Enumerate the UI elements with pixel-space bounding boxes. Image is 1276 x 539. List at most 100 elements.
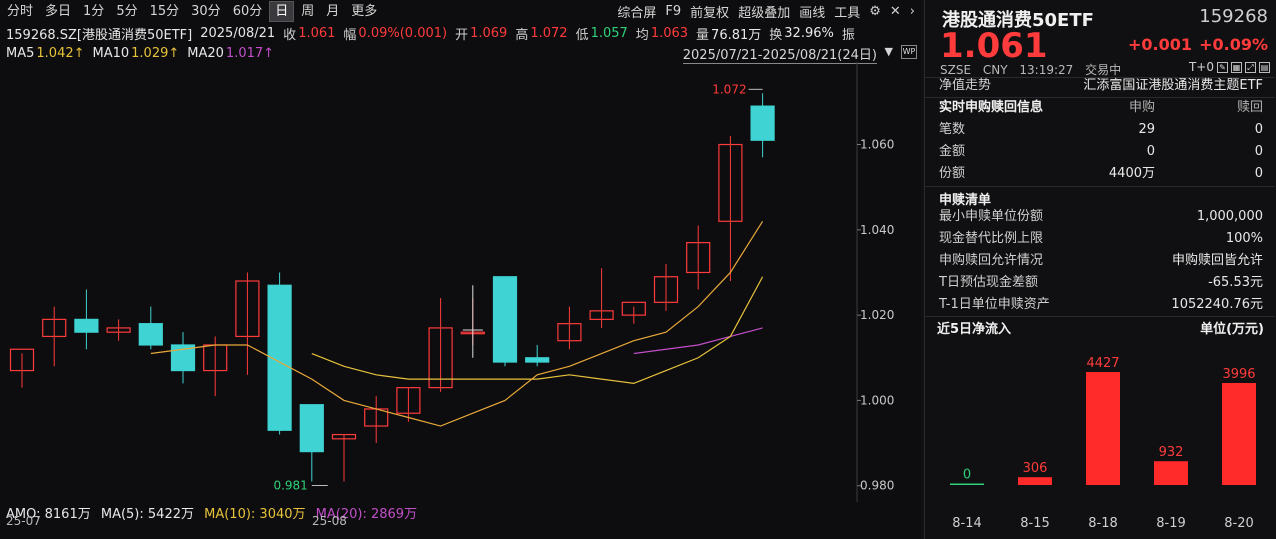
edit-icon[interactable]: ✎ xyxy=(1217,61,1228,73)
expand-icon[interactable]: ⤢ xyxy=(1245,61,1256,73)
subscribe-header: 实时申购赎回信息 申购 赎回 xyxy=(925,97,1275,119)
open-value: 1.069 xyxy=(470,25,508,41)
tab-1min[interactable]: 1分 xyxy=(78,1,109,22)
ma10-line xyxy=(311,276,764,384)
settings-gear-icon[interactable]: ⚙ xyxy=(869,4,881,19)
ma20-value: 1.017↑ xyxy=(225,45,275,61)
flow-bar xyxy=(1222,383,1256,485)
flow-value-label: 3996 xyxy=(1222,367,1255,382)
tools-button[interactable]: 工具 xyxy=(834,2,860,21)
list-item: T日预估现金差额 -65.53元 xyxy=(925,272,1275,294)
super-overlay-button[interactable]: 超级叠加 xyxy=(738,2,790,21)
security-code: 159268 xyxy=(1199,6,1268,27)
f9-button[interactable]: F9 xyxy=(665,4,681,19)
list-item: T-1日单位申赎资产 1052240.76元 xyxy=(925,294,1275,316)
date-tick: 25-07 xyxy=(6,514,41,528)
y-tick-label: 1.000 xyxy=(860,393,894,407)
list-value: 申购赎回皆允许 xyxy=(1171,253,1263,268)
flow-category-label: 8-19 xyxy=(1156,516,1186,531)
close-value: 1.061 xyxy=(298,25,336,41)
avg-label: 均 xyxy=(635,27,649,43)
t0-indicator: T+0 ✎ ▦ ⤢ ▤ xyxy=(1189,60,1270,74)
amplitude-label: 振 xyxy=(841,27,855,43)
tab-daily[interactable]: 日 xyxy=(269,1,295,22)
tab-30min[interactable]: 30分 xyxy=(186,1,226,22)
date-range-selector[interactable]: 2025/07/21-2025/08/21(24日) xyxy=(682,44,877,64)
turnover-label: 换 xyxy=(769,27,783,43)
symbol-label: 159268.SZ[港股通消费50ETF] xyxy=(6,27,193,43)
ma5-label: MA5 xyxy=(6,45,35,61)
flow-value-label: 0 xyxy=(963,468,971,483)
nav-label: 净值走势 xyxy=(939,78,992,93)
col-redeem: 赎回 xyxy=(1236,100,1263,115)
quote-info-row: 159268.SZ[港股通消费50ETF] 2025/08/21 收 1.061 … xyxy=(6,24,857,43)
composite-screen-button[interactable]: 综合屏 xyxy=(617,2,656,21)
y-tick-label: 1.060 xyxy=(860,138,894,152)
tab-multiday[interactable]: 多日 xyxy=(40,1,76,22)
ma-legend: MA5 1.042↑ MA10 1.029↑ MA20 1.017↑ xyxy=(6,44,276,62)
row-label: 金额 xyxy=(939,144,966,159)
turnover-value: 32.96% xyxy=(784,25,834,41)
open-label: 开 xyxy=(455,27,469,43)
ma20-label: MA20 xyxy=(187,45,224,61)
candle-body xyxy=(299,404,324,453)
chevron-down-icon[interactable]: ▼ xyxy=(885,45,893,58)
tab-60min[interactable]: 60分 xyxy=(228,1,268,22)
tab-weekly[interactable]: 周 xyxy=(296,1,319,22)
grid-icon[interactable]: ▤ xyxy=(1259,61,1270,73)
list-label: 现金替代比例上限 xyxy=(939,231,1044,246)
low-label: 低 xyxy=(575,27,589,43)
flow-value-label: 932 xyxy=(1159,445,1184,460)
tab-15min[interactable]: 15分 xyxy=(145,1,185,22)
list-value: 1,000,000 xyxy=(1196,209,1263,224)
close-icon[interactable]: ✕ xyxy=(890,4,901,19)
list-label: T日预估现金差额 xyxy=(939,275,1038,290)
list-value: 1052240.76元 xyxy=(1171,297,1263,312)
flow-bar xyxy=(950,483,984,485)
layout-icon[interactable]: ▦ xyxy=(1231,61,1242,73)
low-value: 1.057 xyxy=(590,25,628,41)
price-change-pct: +0.09% xyxy=(1199,35,1268,54)
flow-unit: 单位(万元) xyxy=(1200,322,1264,337)
flow-category-label: 8-14 xyxy=(952,516,982,531)
flow-bar xyxy=(1086,372,1120,485)
table-row: 金额 0 0 xyxy=(925,141,1275,163)
forward-adjust-button[interactable]: 前复权 xyxy=(690,2,729,21)
flow-category-label: 8-18 xyxy=(1088,516,1118,531)
high-value: 1.072 xyxy=(530,25,568,41)
min-price-label: 0.981 xyxy=(273,478,307,492)
t0-label: T+0 xyxy=(1188,60,1214,74)
candlestick-chart[interactable]: 0.980 1.000 1.020 1.040 1.060 1.072 0.981 xyxy=(0,62,921,502)
list-label: T-1日单位申赎资产 xyxy=(939,297,1050,312)
fund-name: 汇添富国证港股通消费主题ETF xyxy=(1083,78,1263,93)
flow-value-label: 4427 xyxy=(1086,356,1119,371)
y-tick-label: 1.020 xyxy=(860,308,894,322)
nav-row[interactable]: 净值走势 汇添富国证港股通消费主题ETF xyxy=(925,75,1275,97)
row-sub: 4400万 xyxy=(1108,166,1155,181)
kline-panel: 分时 多日 1分 5分 15分 30分 60分 日 周 月 更多 综合屏 F9 … xyxy=(0,0,921,539)
row-red: 0 xyxy=(1254,122,1263,137)
high-label: 高 xyxy=(515,27,529,43)
tab-5min[interactable]: 5分 xyxy=(111,1,142,22)
y-tick-label: 0.980 xyxy=(860,479,894,493)
row-red: 0 xyxy=(1254,166,1263,181)
list-item: 现金替代比例上限 100% xyxy=(925,228,1275,250)
avg-value: 1.063 xyxy=(650,25,689,41)
chevron-right-icon[interactable]: › xyxy=(910,4,915,19)
list-value: -65.53元 xyxy=(1208,275,1263,290)
tab-intraday[interactable]: 分时 xyxy=(2,1,38,22)
list-item: 申购赎回允许情况 申购赎回皆允许 xyxy=(925,250,1275,272)
wp-icon[interactable]: WP xyxy=(901,45,917,59)
table-row: 笔数 29 0 xyxy=(925,119,1275,141)
draw-line-button[interactable]: 画线 xyxy=(799,2,825,21)
range-label: 幅 xyxy=(343,27,357,43)
flow-value-label: 306 xyxy=(1023,461,1048,476)
vol-value: 76.81万 xyxy=(711,27,762,43)
flow-title: 近5日净流入 xyxy=(937,322,1012,337)
net-inflow-chart: 0 8-14 306 8-15 4427 8-18 932 8-19 3996 8-20 xyxy=(950,356,1256,531)
list-label: 最小申赎单位份额 xyxy=(939,209,1044,224)
ma5-line xyxy=(150,220,764,427)
ma5-value: 1.042↑ xyxy=(36,45,85,61)
tab-more[interactable]: 更多 xyxy=(346,1,382,22)
tab-monthly[interactable]: 月 xyxy=(321,1,344,22)
